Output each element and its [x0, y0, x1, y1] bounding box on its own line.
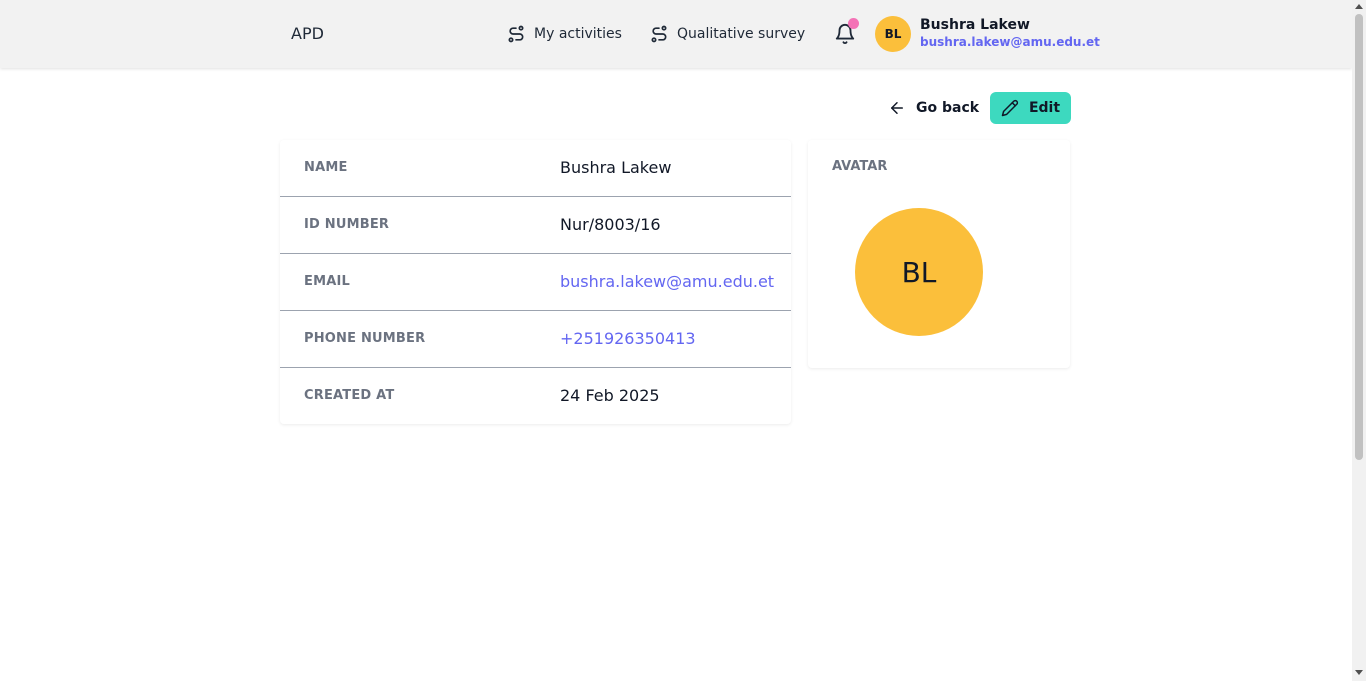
detail-label: EMAIL	[304, 274, 350, 289]
detail-label: ID NUMBER	[304, 217, 390, 232]
page-scrollbar[interactable]	[1352, 0, 1366, 681]
user-email[interactable]: bushra.lakew@amu.edu.et	[920, 35, 1100, 49]
go-back-button[interactable]: Go back	[888, 96, 979, 120]
avatar-label: AVATAR	[832, 159, 888, 174]
user-name[interactable]: Bushra Lakew	[920, 17, 1030, 33]
detail-value-created-at: 24 Feb 2025	[560, 386, 660, 405]
detail-row-email: EMAIL bushra.lakew@amu.edu.et	[280, 254, 791, 311]
avatar-card: AVATAR BL	[808, 140, 1070, 368]
detail-label: CREATED AT	[304, 388, 395, 403]
email-link[interactable]: bushra.lakew@amu.edu.et	[560, 272, 774, 291]
nav-my-activities-label: My activities	[534, 26, 622, 42]
arrow-left-icon	[891, 102, 903, 114]
detail-label: NAME	[304, 160, 348, 175]
top-navbar: APD My activities Qualitative survey BL …	[0, 0, 1352, 68]
route-icon	[508, 25, 524, 43]
detail-value-id-number: Nur/8003/16	[560, 215, 661, 234]
go-back-label: Go back	[916, 100, 980, 116]
scroll-up-icon[interactable]	[1355, 4, 1363, 9]
edit-button[interactable]: Edit	[990, 92, 1071, 124]
phone-link[interactable]: +251926350413	[560, 329, 696, 348]
notification-dot	[848, 18, 859, 29]
pencil-icon	[1001, 99, 1019, 117]
nav-qualitative-survey-label: Qualitative survey	[677, 26, 806, 42]
detail-value-name: Bushra Lakew	[560, 158, 672, 177]
edit-label: Edit	[1028, 100, 1061, 116]
detail-row-created-at: CREATED AT 24 Feb 2025	[280, 368, 791, 425]
profile-avatar: BL	[855, 208, 983, 336]
user-avatar[interactable]: BL	[875, 16, 911, 52]
route-icon	[651, 25, 667, 43]
detail-row-phone-number: PHONE NUMBER +251926350413	[280, 311, 791, 368]
profile-details-card: NAME Bushra Lakew ID NUMBER Nur/8003/16 …	[280, 140, 791, 424]
brand-logo[interactable]: APD	[291, 24, 324, 43]
scroll-thumb[interactable]	[1355, 14, 1363, 460]
nav-qualitative-survey[interactable]: Qualitative survey	[649, 24, 805, 44]
detail-label: PHONE NUMBER	[304, 331, 426, 346]
nav-my-activities[interactable]: My activities	[506, 24, 622, 44]
detail-row-id-number: ID NUMBER Nur/8003/16	[280, 197, 791, 254]
scroll-down-icon[interactable]	[1355, 670, 1363, 675]
detail-row-name: NAME Bushra Lakew	[280, 140, 791, 197]
